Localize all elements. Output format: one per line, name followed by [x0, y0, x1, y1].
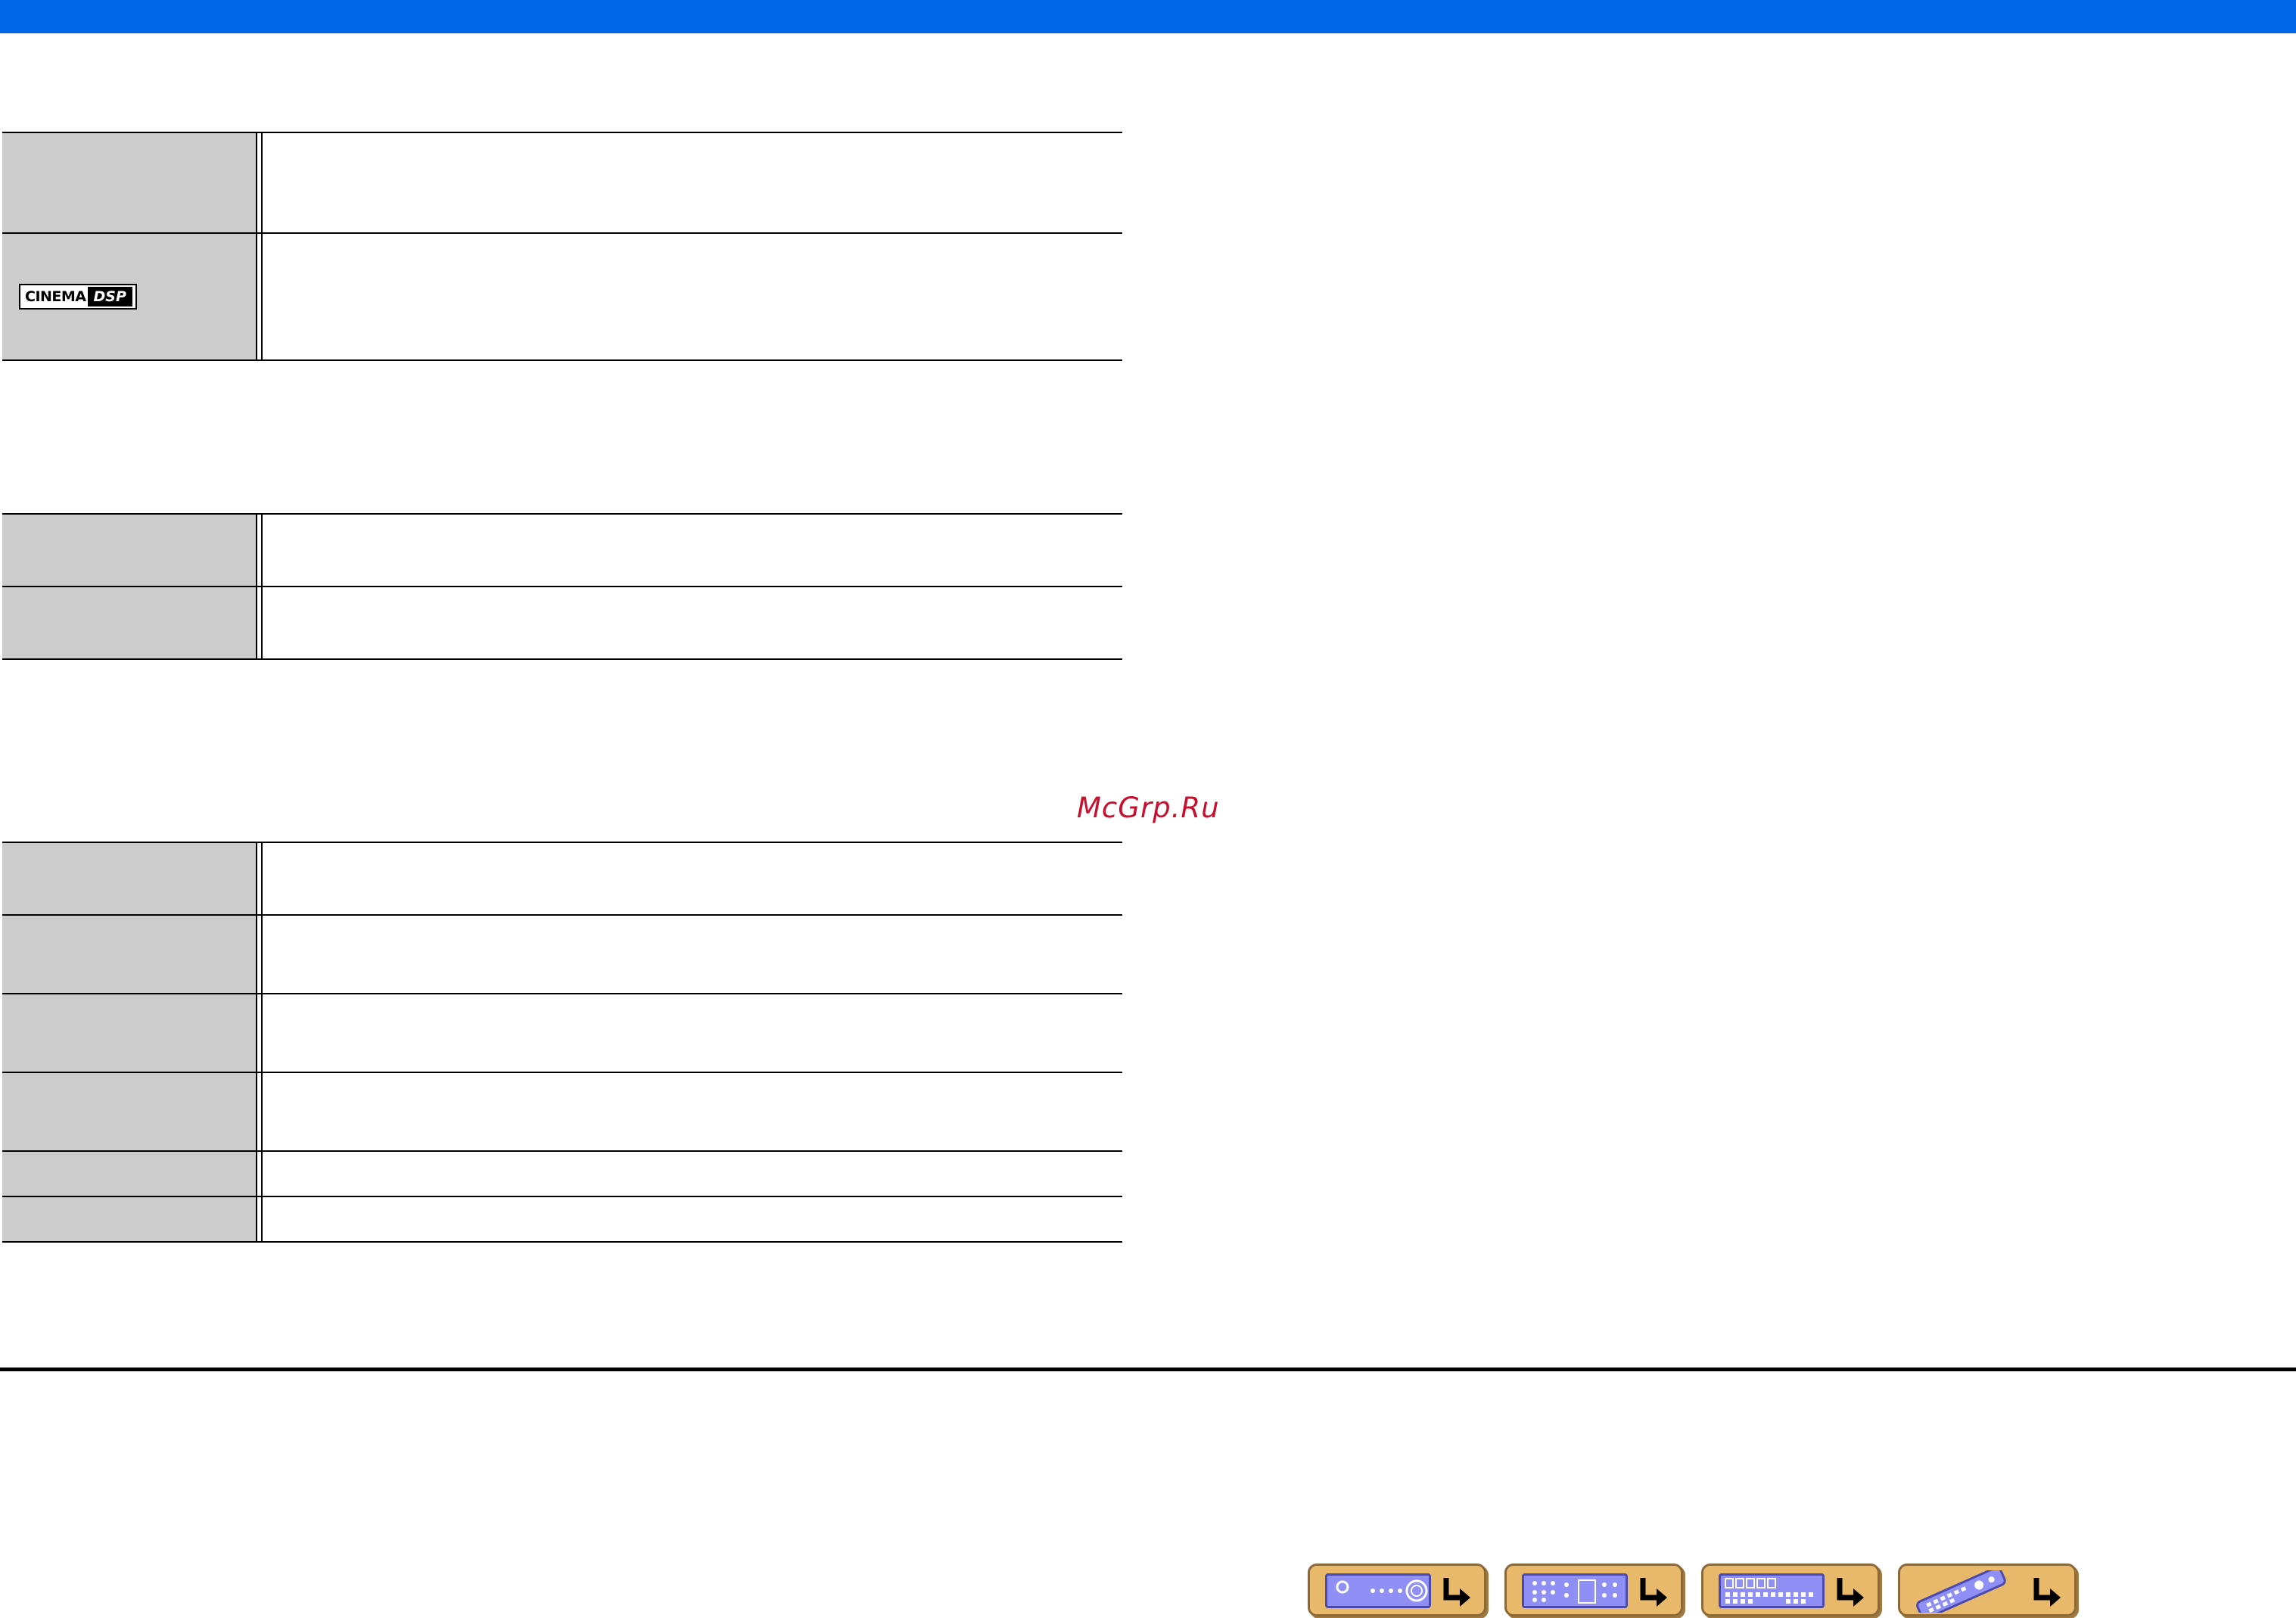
- return-arrow-icon: [1640, 1578, 1667, 1607]
- table-row: [2, 132, 1122, 232]
- nav-remote-control-button[interactable]: [1898, 1564, 2077, 1616]
- row-body-cell: [263, 916, 1122, 993]
- footer-divider: [0, 1368, 2296, 1371]
- top-color-bar: [0, 0, 2296, 33]
- row-body-cell: [263, 1073, 1122, 1150]
- info-table-1: CINEMA DSP: [2, 132, 1122, 361]
- row-label-cell: [2, 587, 257, 658]
- row-label-cell: [2, 1073, 257, 1150]
- row-label-cell: [2, 916, 257, 993]
- row-label-cell: [2, 994, 257, 1072]
- row-label-cell: [2, 133, 257, 232]
- table-row: [2, 993, 1122, 1072]
- row-body-cell: [263, 515, 1122, 586]
- return-arrow-icon: [1443, 1578, 1470, 1607]
- row-body-cell: [263, 133, 1122, 232]
- row-label-cell: [2, 1152, 257, 1196]
- display-panel-icon: [1719, 1573, 1825, 1608]
- row-label-cell: [2, 843, 257, 914]
- row-body-cell: [263, 843, 1122, 914]
- table-row: [2, 1196, 1122, 1241]
- info-table-2: [2, 513, 1122, 660]
- table-row: [2, 914, 1122, 993]
- remote-control-icon: [1916, 1570, 2006, 1613]
- return-arrow-icon: [1837, 1578, 1864, 1607]
- table-row: [2, 1072, 1122, 1150]
- table-row: [2, 513, 1122, 586]
- row-body-cell: [263, 994, 1122, 1072]
- row-body-cell: [263, 234, 1122, 359]
- row-body-cell: [263, 1152, 1122, 1196]
- row-label-cell: CINEMA DSP: [2, 234, 257, 359]
- watermark-text: McGrp.Ru: [1077, 792, 1220, 824]
- nav-display-panel-button[interactable]: [1701, 1564, 1880, 1616]
- dsp-logo-text: DSP: [87, 287, 132, 306]
- return-arrow-icon: [2033, 1578, 2061, 1607]
- row-label-cell: [2, 515, 257, 586]
- info-table-3: [2, 842, 1122, 1243]
- row-body-cell: [263, 1197, 1122, 1241]
- nav-front-panel-button[interactable]: [1308, 1564, 1486, 1616]
- table-row: [2, 1150, 1122, 1196]
- nav-rear-panel-button[interactable]: [1504, 1564, 1683, 1616]
- row-body-cell: [263, 587, 1122, 658]
- table-row: CINEMA DSP: [2, 232, 1122, 359]
- front-panel-icon: [1325, 1573, 1431, 1608]
- rear-panel-icon: [1522, 1573, 1628, 1608]
- table-row: [2, 842, 1122, 914]
- cinema-logo-text: CINEMA: [25, 288, 86, 305]
- cinema-dsp-logo: CINEMA DSP: [19, 284, 137, 310]
- table-row: [2, 586, 1122, 658]
- row-label-cell: [2, 1197, 257, 1241]
